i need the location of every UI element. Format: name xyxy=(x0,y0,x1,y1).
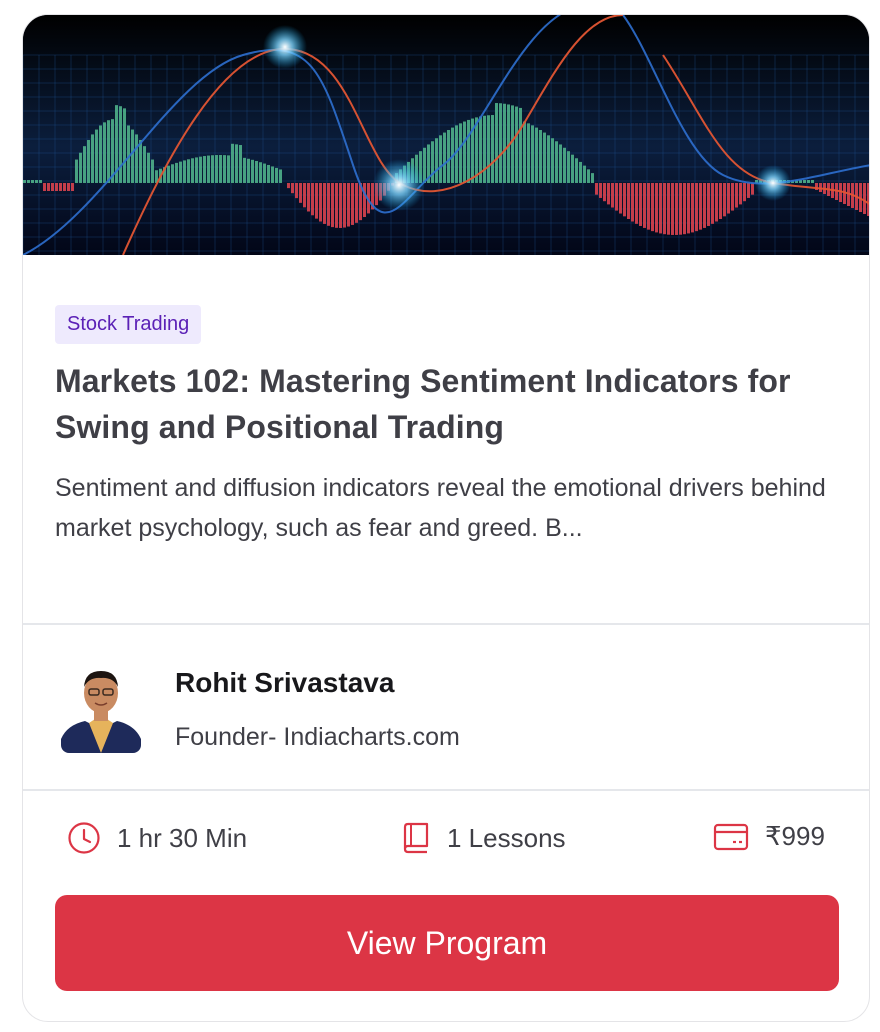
credit-card-icon xyxy=(713,823,749,850)
course-card: Stock Trading Markets 102: Mastering Sen… xyxy=(22,14,870,1022)
view-program-button[interactable]: View Program xyxy=(55,895,839,991)
macd-chart-image xyxy=(23,15,869,255)
lessons: 1 Lessons xyxy=(401,821,566,855)
price: ₹999 xyxy=(713,821,825,852)
course-title[interactable]: Markets 102: Mastering Sentiment Indicat… xyxy=(55,358,845,450)
instructor-role: Founder- Indiacharts.com xyxy=(175,723,460,751)
course-meta: 1 hr 30 Min 1 Lessons ₹999 xyxy=(23,791,869,891)
instructor-name: Rohit Srivastava xyxy=(175,667,395,698)
duration-label: 1 hr 30 Min xyxy=(117,822,248,853)
lessons-label: 1 Lessons xyxy=(447,822,566,853)
duration: 1 hr 30 Min xyxy=(67,821,247,855)
instructor-section: Rohit Srivastava Founder- Indiacharts.co… xyxy=(23,623,869,789)
price-label: ₹999 xyxy=(765,821,825,851)
course-thumbnail xyxy=(23,15,869,255)
category-tag[interactable]: Stock Trading xyxy=(55,305,202,344)
course-description: Sentiment and diffusion indicators revea… xyxy=(55,474,826,542)
book-icon xyxy=(403,822,429,854)
clock-icon xyxy=(68,822,100,854)
avatar xyxy=(61,659,141,753)
